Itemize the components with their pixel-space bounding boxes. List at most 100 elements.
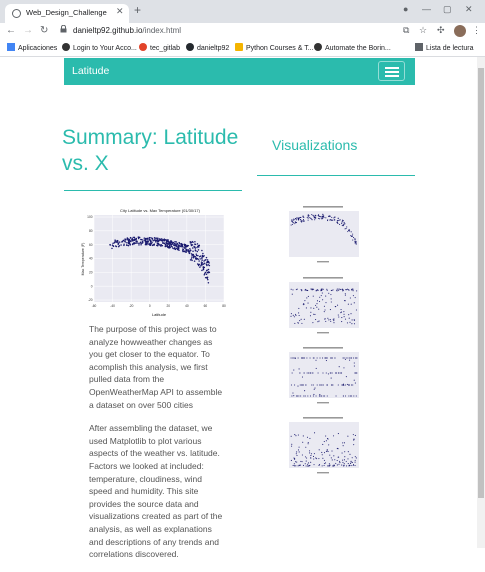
data-point (207, 271, 210, 273)
data-point (349, 321, 351, 323)
new-tab-icon[interactable]: + (134, 3, 141, 17)
bookmark-github[interactable]: danieltp92 (186, 43, 229, 52)
data-point (294, 322, 296, 324)
data-point (120, 244, 122, 246)
data-point (351, 289, 353, 291)
data-point (321, 451, 323, 454)
browser-tab-strip: Web_Design_Challenge ✕ + ● — ▢ ✕ (0, 0, 485, 23)
close-tab-icon[interactable]: ✕ (116, 6, 124, 17)
data-point (313, 388, 315, 390)
data-point (292, 392, 294, 394)
data-point (321, 454, 323, 456)
data-point (344, 228, 346, 230)
data-point (330, 298, 332, 300)
data-point (300, 395, 302, 397)
data-point (198, 263, 201, 266)
data-point (203, 274, 206, 276)
data-point (346, 226, 348, 228)
bookmark-label: tec_gitlab (150, 45, 180, 52)
minimize-icon[interactable]: — (422, 4, 431, 14)
data-point (309, 395, 312, 397)
globe-icon (62, 43, 70, 51)
bookmark-label: Login to Your Acco... (73, 45, 137, 52)
data-point (343, 221, 345, 224)
data-point (137, 237, 140, 240)
data-point (341, 221, 343, 223)
scrollbar-thumb[interactable] (478, 68, 484, 498)
data-point (297, 357, 299, 359)
data-point (340, 312, 342, 314)
bookmark-label: Python Courses & T... (246, 45, 314, 52)
bookmark-login[interactable]: Login to Your Acco... (62, 43, 137, 52)
reading-list[interactable]: Lista de lectura (415, 43, 473, 52)
data-point (312, 395, 314, 397)
address-bar[interactable]: danieltp92.github.io/index.html (73, 26, 181, 35)
navbar-brand[interactable]: Latitude (72, 65, 109, 77)
data-point (325, 217, 327, 219)
data-point (292, 314, 294, 316)
bookmark-apps[interactable]: Aplicaciones (7, 43, 57, 52)
data-point (307, 443, 309, 445)
viz-thumbnail-temperature[interactable] (279, 204, 365, 265)
maximize-icon[interactable]: ▢ (443, 4, 452, 15)
browser-tab[interactable]: Web_Design_Challenge ✕ (5, 4, 129, 23)
data-point (305, 446, 307, 448)
data-point (157, 244, 159, 246)
data-point (186, 244, 189, 247)
data-point (345, 357, 347, 359)
data-point (302, 303, 305, 305)
data-point (297, 449, 300, 451)
data-point (305, 384, 307, 386)
data-point (316, 384, 318, 386)
data-point (338, 463, 340, 465)
data-point (291, 443, 293, 445)
data-point (293, 463, 295, 465)
tab-search-icon[interactable]: ● (403, 4, 408, 14)
data-point (296, 451, 298, 453)
data-point (206, 271, 209, 274)
data-point (347, 463, 349, 465)
back-icon[interactable]: ← (6, 25, 16, 36)
viz-thumbnail-humidity[interactable] (279, 275, 365, 336)
data-point (113, 242, 116, 244)
profile-avatar[interactable] (454, 25, 466, 37)
data-point (123, 244, 125, 247)
data-point (304, 456, 307, 458)
data-point (165, 240, 168, 242)
viz-thumbnail-cloudiness[interactable] (279, 345, 365, 406)
data-point (339, 460, 341, 462)
star-icon[interactable]: ☆ (419, 25, 427, 36)
data-point (118, 241, 121, 243)
bookmark-automate[interactable]: Automate the Borin... (314, 43, 391, 52)
data-point (341, 288, 343, 290)
data-point (151, 238, 154, 240)
data-point (332, 384, 334, 386)
forward-icon[interactable]: → (23, 25, 33, 36)
reload-icon[interactable]: ↻ (40, 25, 48, 36)
lock-icon[interactable] (60, 25, 67, 33)
data-point (295, 314, 297, 317)
data-point (185, 249, 188, 252)
window-close-icon[interactable]: ✕ (465, 4, 473, 15)
paragraph: The purpose of this project was to analy… (89, 324, 223, 410)
data-point (341, 384, 343, 386)
bookmark-label: Aplicaciones (18, 45, 58, 52)
navbar-toggle-button[interactable] (378, 61, 405, 81)
data-point (341, 219, 344, 221)
translate-icon[interactable]: ⧉ (403, 25, 409, 36)
data-point (300, 460, 302, 462)
data-point (333, 320, 335, 322)
data-point (349, 395, 352, 397)
extensions-icon[interactable]: ✣ (437, 25, 445, 36)
data-point (294, 219, 296, 221)
menu-dots-icon[interactable]: ⋮ (472, 25, 481, 36)
bookmark-gitlab[interactable]: tec_gitlab (139, 43, 180, 52)
data-point (354, 434, 356, 437)
viz-thumbnail-wind-speed[interactable] (279, 415, 365, 476)
data-point (333, 217, 335, 219)
data-point (109, 243, 111, 246)
data-point (337, 222, 339, 225)
bookmark-python[interactable]: Python Courses & T... (235, 43, 314, 52)
data-point (326, 438, 329, 440)
data-point (348, 229, 350, 231)
